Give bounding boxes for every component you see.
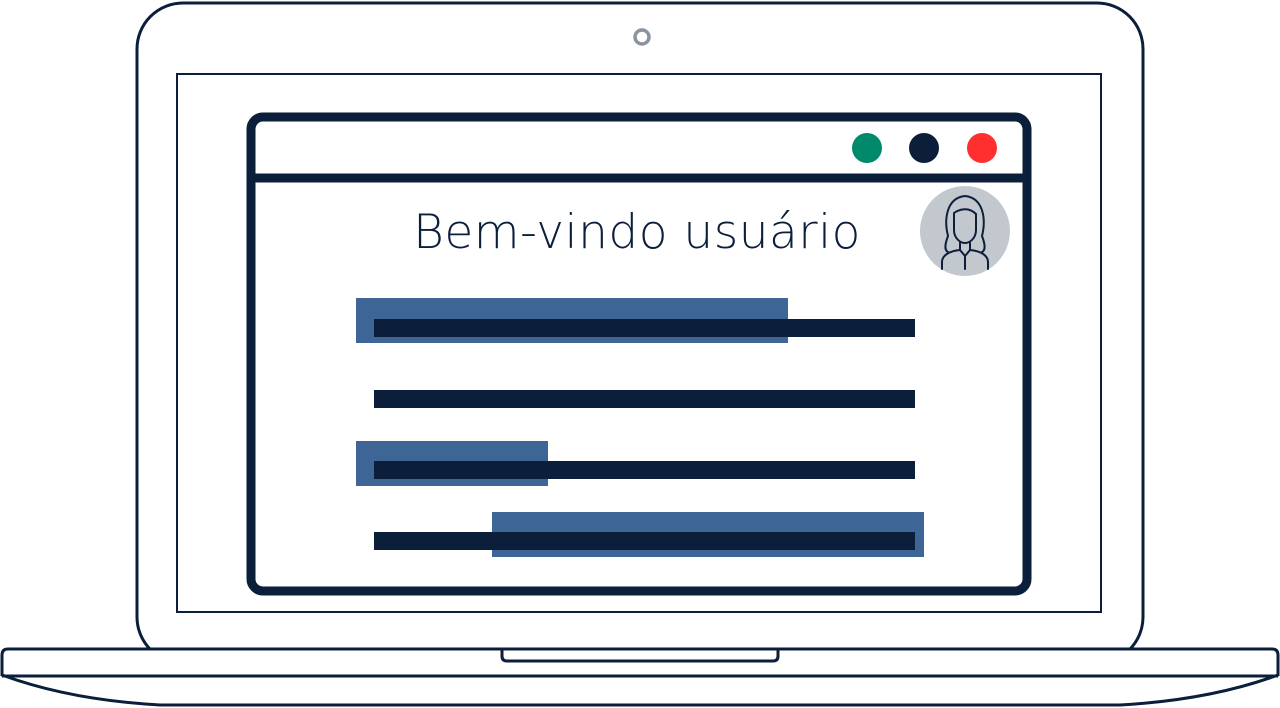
minimize-button[interactable] — [909, 133, 939, 163]
laptop-svg — [0, 1, 1280, 707]
content-line — [374, 461, 915, 479]
user-avatar[interactable] — [920, 186, 1010, 276]
maximize-button[interactable] — [852, 133, 882, 163]
welcome-title: Bem-vindo usuário — [413, 205, 861, 260]
close-button[interactable] — [967, 133, 997, 163]
content-line — [374, 532, 915, 550]
content-line — [374, 390, 915, 408]
laptop-illustration: Bem-vindo usuário — [0, 0, 1280, 708]
content-line — [374, 319, 915, 337]
webcam-icon — [633, 28, 651, 46]
